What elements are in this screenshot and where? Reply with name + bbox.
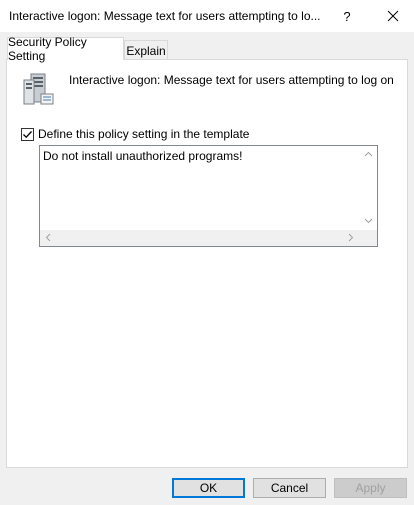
tab-explain[interactable]: Explain xyxy=(124,40,168,60)
server-policy-icon xyxy=(23,73,54,105)
scroll-left-icon[interactable] xyxy=(44,233,53,242)
define-setting-label[interactable]: Define this policy setting in the templa… xyxy=(38,127,249,141)
tab-label: Security Policy Setting xyxy=(8,35,87,63)
vertical-scrollbar[interactable] xyxy=(360,146,377,230)
help-button[interactable]: ? xyxy=(330,0,364,32)
horizontal-scrollbar[interactable] xyxy=(40,230,360,246)
message-text-area[interactable]: Do not install unauthorized programs! xyxy=(39,145,378,247)
window-title: Interactive logon: Message text for user… xyxy=(9,9,321,23)
scroll-up-icon[interactable] xyxy=(364,150,373,159)
message-text-value: Do not install unauthorized programs! xyxy=(43,149,243,163)
scrollbar-corner xyxy=(360,230,377,246)
define-setting-checkbox[interactable] xyxy=(21,128,34,141)
cancel-button[interactable]: Cancel xyxy=(253,478,326,498)
tab-security-policy-setting[interactable]: Security Policy Setting xyxy=(7,35,124,63)
checkmark-icon xyxy=(23,131,32,139)
tab-panel: Interactive logon: Message text for user… xyxy=(6,59,408,468)
tab-label: Explain xyxy=(126,43,166,58)
policy-name: Interactive logon: Message text for user… xyxy=(69,73,394,87)
close-icon xyxy=(387,10,399,22)
apply-button[interactable]: Apply xyxy=(334,478,407,498)
title-bar: Interactive logon: Message text for user… xyxy=(0,0,414,32)
close-button[interactable] xyxy=(372,0,414,32)
ok-button[interactable]: OK xyxy=(172,478,245,498)
scroll-down-icon[interactable] xyxy=(364,216,373,225)
scroll-right-icon[interactable] xyxy=(346,233,355,242)
